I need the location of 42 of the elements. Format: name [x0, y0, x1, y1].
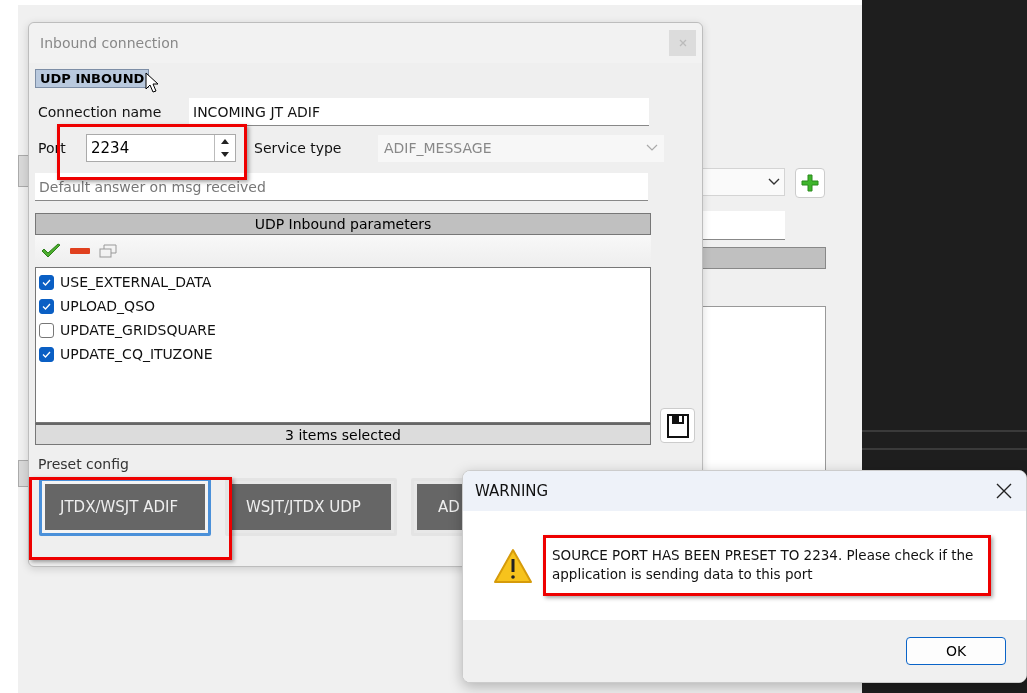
connection-name-field[interactable]: INCOMING JT ADIF — [189, 98, 649, 126]
checkmark-icon — [42, 278, 51, 286]
input-field[interactable] — [700, 211, 785, 240]
preset-button[interactable]: WSJT/JTDX UDP — [225, 478, 397, 536]
warning-title: WARNING — [475, 482, 549, 500]
minus-icon — [70, 248, 90, 254]
windows-icon — [99, 244, 117, 258]
section-label: UDP INBOUND — [35, 69, 150, 88]
preset-label: Preset config — [37, 456, 130, 472]
checkmark-icon — [41, 243, 61, 259]
checkbox[interactable] — [39, 274, 54, 290]
chevron-down-icon — [768, 178, 780, 186]
warning-message: SOURCE PORT HAS BEEN PRESET TO 2234. Please check if the application is sending data to this port — [552, 546, 975, 584]
selection-status: 3 items selected — [35, 423, 651, 445]
service-type-dropdown[interactable]: ADIF_MESSAGE — [378, 134, 664, 162]
checkbox[interactable] — [39, 298, 54, 314]
close-icon — [678, 39, 687, 47]
warning-icon — [493, 547, 533, 584]
service-type-label: Service type — [253, 140, 343, 156]
close-icon — [996, 483, 1012, 499]
plus-icon — [801, 174, 819, 192]
parameters-header: UDP Inbound parameters — [35, 213, 651, 235]
checkbox[interactable] — [39, 346, 54, 362]
up-arrow-icon — [221, 139, 229, 144]
checkmark-icon — [42, 350, 51, 358]
mouse-cursor-icon — [145, 72, 160, 94]
ok-button[interactable]: OK — [906, 637, 1006, 665]
dialog-title: Inbound connection — [40, 35, 179, 51]
parameter-label: UPDATE_CQ_ITUZONE — [60, 346, 213, 362]
port-spinbox[interactable]: 2234 — [86, 134, 236, 162]
parameter-label: USE_EXTERNAL_DATA — [60, 274, 212, 290]
default-answer-field[interactable]: Default answer on msg received — [35, 173, 648, 201]
parameter-label: UPDATE_GRIDSQUARE — [60, 322, 216, 338]
save-button[interactable] — [660, 408, 695, 443]
parameter-label: UPLOAD_QSO — [60, 298, 156, 314]
checkbox[interactable] — [39, 322, 54, 338]
preset-button[interactable]: JTDX/WSJT ADIF — [39, 478, 211, 536]
checkmark-icon — [42, 302, 51, 310]
chevron-down-icon — [646, 144, 658, 152]
add-button[interactable] — [795, 168, 825, 198]
down-arrow-icon — [221, 152, 229, 157]
connection-name-label: Connection name — [37, 104, 163, 120]
